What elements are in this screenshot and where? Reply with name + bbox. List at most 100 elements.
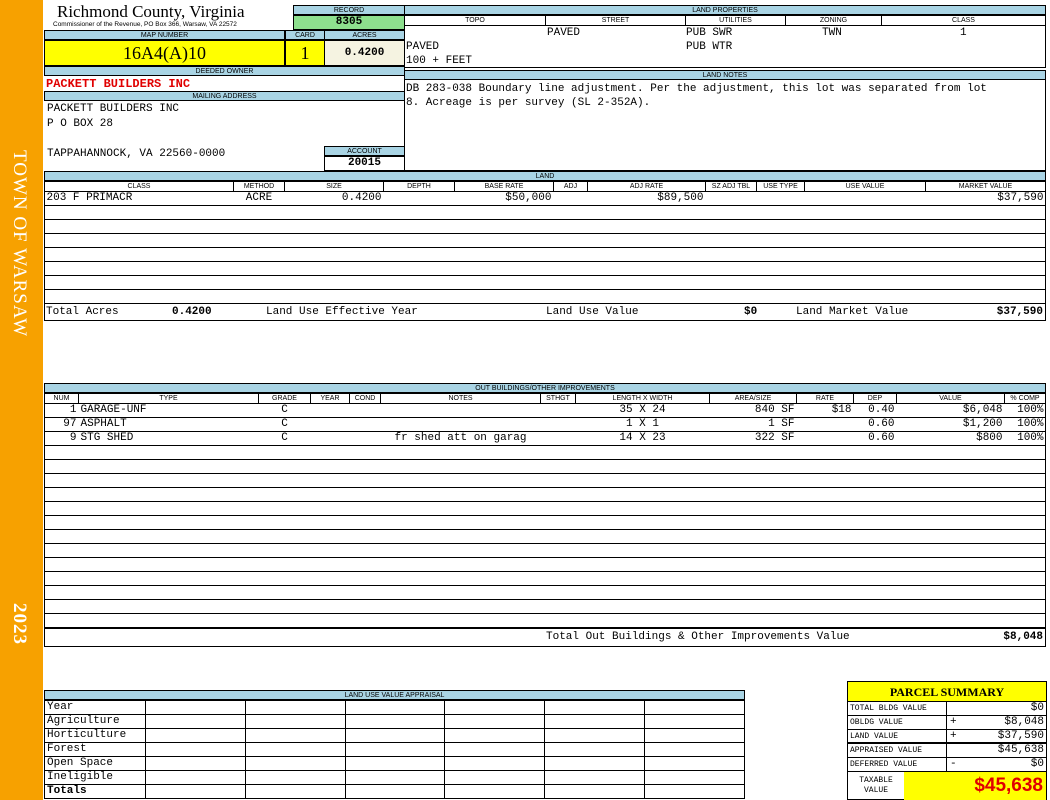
outbuilding-row (44, 613, 1046, 628)
outbuilding-cell: 0.60 (853, 431, 897, 446)
land-row (44, 247, 1046, 262)
outbuilding-cell (44, 585, 79, 600)
land-use-label: Year (44, 700, 146, 715)
land-use-cell (145, 714, 246, 729)
land-use-row: Horticulture (44, 728, 745, 743)
land-cell (553, 233, 588, 248)
outbuilding-row (44, 557, 1046, 572)
outbuilding-cell (78, 473, 259, 488)
outbuilding-cell (380, 613, 541, 628)
land-properties-headers: TOPO STREET UTILITIES ZONING CLASS (404, 15, 1046, 26)
land-use-cell (444, 756, 546, 771)
outbuilding-cell (575, 445, 710, 460)
land-cell (44, 275, 234, 290)
outbuilding-cell (896, 487, 1005, 502)
land-use-cell (145, 728, 246, 743)
outbuilding-cell (575, 585, 710, 600)
land-cell (284, 219, 384, 234)
outbuilding-cell (380, 487, 541, 502)
land-cell (587, 219, 706, 234)
outbuilding-cell (540, 431, 576, 446)
outbuilding-cell (258, 445, 311, 460)
address-line-3: TAPPAHANNOCK, VA 22560-0000 (47, 148, 226, 160)
outbuilding-cell (709, 543, 797, 558)
col: NUM (44, 393, 79, 404)
outbuilding-cell (349, 501, 381, 516)
year-label: 2023 (9, 603, 30, 645)
land-cell (756, 219, 805, 234)
land-use-cell (145, 700, 246, 715)
col: GRADE (258, 393, 311, 404)
summary-value-cell: $45,638 (946, 744, 1046, 757)
land-cell (925, 261, 1046, 276)
outbuilding-cell (709, 557, 797, 572)
outbuilding-cell (44, 487, 79, 502)
outbuilding-cell (575, 557, 710, 572)
address-line-2: P O BOX 28 (47, 118, 114, 130)
land-use-cell (444, 770, 546, 785)
county-subtitle: Commissioner of the Revenue, PO Box 366,… (53, 21, 237, 28)
outbuilding-cell (258, 501, 311, 516)
utilities-value-1: PUB SWR (686, 27, 733, 39)
outbuilding-cell (709, 515, 797, 530)
land-cell (233, 289, 285, 304)
land-use-cell (544, 770, 646, 785)
outbuilding-cell (709, 487, 797, 502)
outbuilding-cell (853, 543, 897, 558)
outbuilding-row (44, 571, 1046, 586)
col: SZ ADJ TBL (705, 181, 757, 192)
outbuilding-cell (853, 445, 897, 460)
land-cell (587, 275, 706, 290)
land-cell (454, 247, 554, 262)
land-cell (756, 233, 805, 248)
outbuilding-cell (258, 571, 311, 586)
outbuilding-cell (78, 557, 259, 572)
land-cell (44, 261, 234, 276)
outbuilding-cell (540, 487, 576, 502)
outbuilding-cell (796, 543, 854, 558)
outbuilding-cell (896, 473, 1005, 488)
land-cell (383, 233, 455, 248)
land-cell (587, 233, 706, 248)
land-cell (925, 233, 1046, 248)
outbuilding-cell: $1,200 (896, 417, 1005, 432)
outbuildings-total-row: Total Out Buildings & Other Improvements… (44, 628, 1046, 647)
sidebar: TOWN OF WARSAW 2023 (0, 0, 43, 800)
outbuilding-row (44, 473, 1046, 488)
card-header: CARD (285, 30, 325, 40)
outbuilding-cell: $18 (796, 403, 854, 418)
land-cell (587, 205, 706, 220)
outbuilding-cell (310, 487, 350, 502)
land-use-cell (444, 784, 546, 799)
outbuilding-cell (310, 599, 350, 614)
outbuilding-cell (796, 529, 854, 544)
land-cell (284, 261, 384, 276)
col: AREA/SIZE (709, 393, 797, 404)
outbuilding-cell (44, 445, 79, 460)
land-cell (705, 261, 757, 276)
outbuilding-cell: 9 (44, 431, 79, 446)
land-cell (553, 275, 588, 290)
outbuilding-cell (1004, 543, 1046, 558)
outbuilding-cell (380, 571, 541, 586)
outbuilding-cell (258, 585, 311, 600)
outbuilding-cell (380, 473, 541, 488)
outbuilding-cell (540, 445, 576, 460)
land-use-cell (544, 714, 646, 729)
land-row (44, 205, 1046, 220)
land-use-cell (644, 728, 745, 743)
outbuilding-cell: 35 X 24 (575, 403, 710, 418)
outbuilding-cell (575, 543, 710, 558)
outbuilding-cell (896, 585, 1005, 600)
outbuilding-row (44, 585, 1046, 600)
land-cell (756, 191, 805, 206)
outbuilding-cell (78, 529, 259, 544)
outbuilding-cell (796, 445, 854, 460)
land-cell (454, 261, 554, 276)
land-use-cell (344, 714, 446, 729)
land-row (44, 289, 1046, 304)
outbuilding-cell (44, 501, 79, 516)
land-use-cell (544, 784, 646, 799)
land-use-cell (644, 714, 745, 729)
outbuilding-cell (380, 529, 541, 544)
